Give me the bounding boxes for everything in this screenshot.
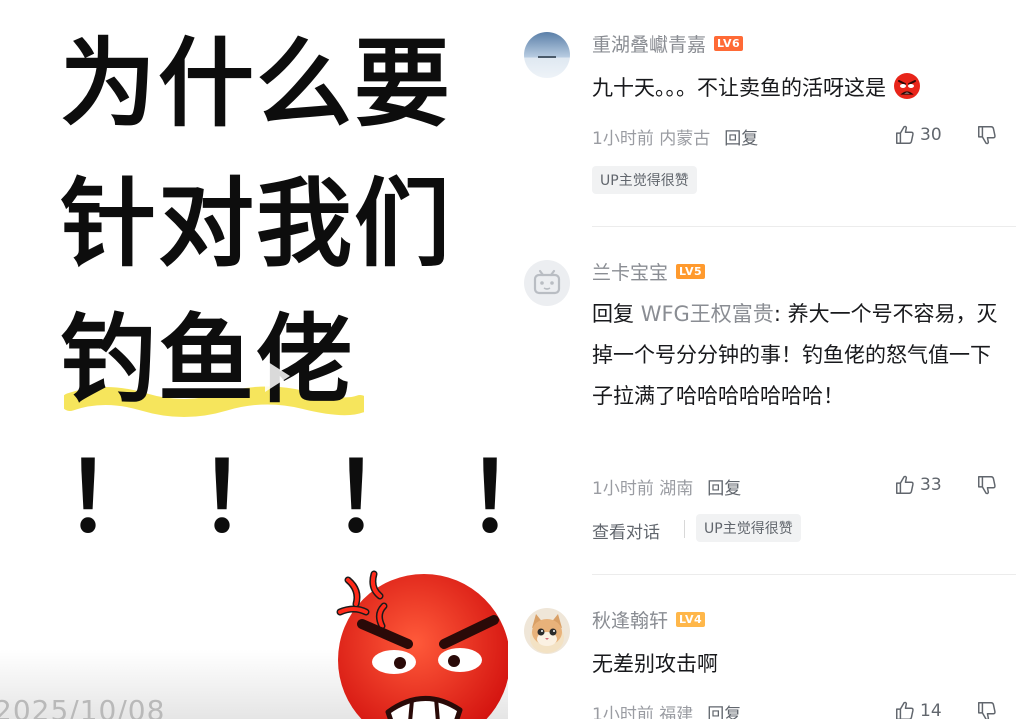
comment-meta: 1小时前 湖南 回复 — [592, 474, 741, 499]
thumbs-up-icon[interactable] — [894, 124, 916, 146]
video-frame[interactable]: 为什么要 针对我们 钓鱼佬 ！！！！ — [0, 0, 508, 719]
reply-button[interactable]: 回复 — [707, 700, 741, 719]
play-icon[interactable] — [262, 358, 292, 394]
video-text-line-3: 钓鱼佬 — [60, 304, 354, 416]
level-badge: LV6 — [714, 36, 744, 51]
comment-divider — [592, 226, 1016, 227]
comment-meta: 1小时前 内蒙古 回复 — [592, 124, 758, 149]
comment-text: 九十天。。。不让卖鱼的活呀这是 — [592, 68, 1004, 109]
up-liked-tag: UP主觉得很赞 — [696, 514, 801, 542]
like-area: 30 — [894, 124, 998, 146]
thumbs-down-icon[interactable] — [976, 700, 998, 719]
video-text-line-2: 针对我们 — [60, 168, 452, 280]
comment-list[interactable]: 重湖叠巘青嘉 LV6 九十天。。。不让卖鱼的活呀这是 1小时前 内蒙古 回复 3… — [508, 0, 1016, 719]
avatar[interactable] — [524, 260, 570, 306]
avatar[interactable] — [524, 608, 570, 654]
like-count: 14 — [920, 701, 942, 719]
comment-time-location: 1小时前 内蒙古 — [592, 129, 711, 149]
video-text-line-1: 为什么要 — [60, 28, 452, 140]
thumbs-up-icon[interactable] — [894, 700, 916, 719]
view-dialog-link[interactable]: 查看对话 — [592, 518, 660, 543]
reply-button[interactable]: 回复 — [724, 124, 758, 149]
comment-text: 回复 WFG王权富贵: 养大一个号不容易，灭掉一个号分分钟的事！钓鱼佬的怒气值一… — [592, 294, 1004, 417]
like-area: 33 — [894, 474, 998, 496]
comment-text-body: 九十天。。。不让卖鱼的活呀这是 — [592, 76, 886, 100]
username-text[interactable]: 兰卡宝宝 — [592, 258, 668, 285]
reply-target-user[interactable]: WFG王权富贵 — [641, 302, 774, 326]
reply-button[interactable]: 回复 — [707, 474, 741, 499]
username[interactable]: 兰卡宝宝 LV5 — [592, 258, 706, 285]
username-text[interactable]: 重湖叠巘青嘉 — [592, 30, 706, 57]
comment-time-location: 1小时前 福建 — [592, 705, 694, 719]
angry-emoji-icon — [893, 73, 920, 99]
like-area: 14 — [894, 700, 998, 719]
comment-time-location: 1小时前 湖南 — [592, 479, 694, 499]
comment-text: 无差别攻击啊 — [592, 652, 718, 676]
video-text-line-4: ！！！！ — [64, 442, 508, 554]
video-date-stamp: 2025/10/08 — [0, 694, 166, 719]
thumbs-down-icon[interactable] — [976, 124, 998, 146]
up-liked-tag: UP主觉得很赞 — [592, 166, 697, 194]
avatar[interactable] — [524, 32, 570, 78]
separator — [684, 520, 685, 538]
like-count: 30 — [920, 125, 942, 145]
reply-prefix: 回复 — [592, 302, 641, 326]
username[interactable]: 秋逢翰轩 LV4 — [592, 606, 706, 633]
thumbs-up-icon[interactable] — [894, 474, 916, 496]
level-badge: LV5 — [676, 264, 706, 279]
username[interactable]: 重湖叠巘青嘉 LV6 — [592, 30, 744, 57]
comment-divider — [592, 574, 1016, 575]
angry-face-icon — [336, 570, 508, 719]
like-count: 33 — [920, 475, 942, 495]
level-badge: LV4 — [676, 612, 706, 627]
comment-meta: 1小时前 福建 回复 — [592, 700, 741, 719]
thumbs-down-icon[interactable] — [976, 474, 998, 496]
username-text[interactable]: 秋逢翰轩 — [592, 606, 668, 633]
